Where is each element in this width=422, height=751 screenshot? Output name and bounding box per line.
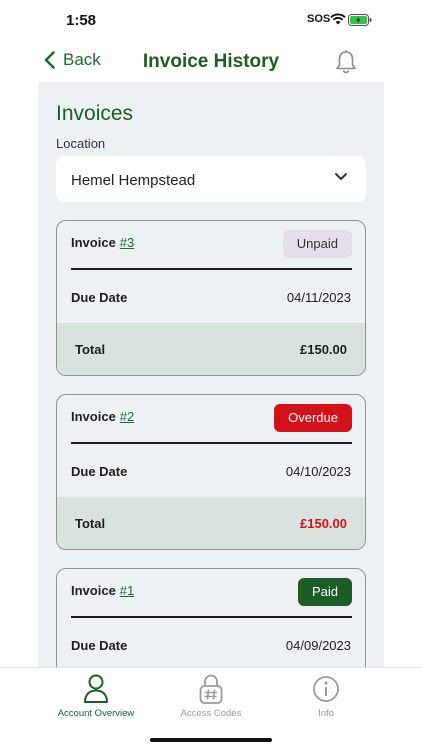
bell-icon[interactable]: [334, 49, 358, 75]
tab-label: Info: [318, 708, 334, 719]
status-badge: Paid: [297, 578, 352, 606]
invoice-heading: Invoice #1: [71, 583, 134, 598]
due-date-value: 04/09/2023: [285, 638, 351, 653]
status-time: 1:58: [66, 12, 97, 29]
invoice-number-link[interactable]: #3: [120, 235, 134, 250]
due-date-label: Due Date: [71, 638, 128, 653]
total-value: £150.00: [300, 342, 347, 357]
invoice-label: Invoice: [71, 409, 116, 424]
status-badge: Unpaid: [282, 230, 352, 258]
invoice-label: Invoice: [71, 583, 116, 598]
invoice-number-link[interactable]: #2: [120, 409, 134, 424]
invoice-content: Invoices Location Hemel Hempstead Invoic…: [38, 82, 384, 667]
page-title: Invoice History: [142, 51, 280, 72]
total-row: Total £150.00: [57, 497, 365, 549]
nav-bar: Back Invoice History: [0, 42, 422, 82]
due-date-value: 04/10/2023: [285, 464, 351, 479]
card-divider: [71, 442, 352, 444]
card-divider: [71, 268, 352, 270]
location-value: Hemel Hempstead: [71, 172, 196, 189]
section-title: Invoices: [56, 102, 134, 125]
total-label: Total: [75, 516, 106, 531]
person-icon: [84, 674, 108, 703]
invoice-card[interactable]: Invoice #1 Paid Due Date 04/09/2023: [56, 568, 366, 667]
chevron-down-icon: [335, 173, 347, 180]
invoice-card[interactable]: Invoice #2 Overdue Due Date 04/10/2023 To…: [56, 394, 366, 550]
invoice-card[interactable]: Invoice #3 Unpaid Due Date 04/11/2023 Tot…: [56, 220, 366, 376]
invoice-heading: Invoice #3: [71, 235, 134, 250]
invoice-label: Invoice: [71, 235, 116, 250]
total-row: Total £150.00: [57, 323, 365, 375]
status-carrier: SOS: [307, 13, 331, 25]
invoice-heading: Invoice #2: [71, 409, 134, 424]
total-value: £150.00: [300, 516, 347, 531]
home-indicator[interactable]: [150, 738, 272, 742]
status-badge: Overdue: [274, 404, 352, 432]
due-date-value: 04/11/2023: [286, 290, 351, 305]
wifi-icon: [330, 13, 346, 25]
location-select[interactable]: Hemel Hempstead: [56, 156, 366, 202]
due-date-label: Due Date: [71, 464, 128, 479]
battery-icon: [348, 14, 372, 26]
location-label: Location: [56, 136, 106, 151]
status-bar: 1:58 SOS: [0, 0, 422, 42]
due-date-label: Due Date: [71, 290, 128, 305]
lock-hash-icon: [199, 674, 223, 704]
invoice-number-link[interactable]: #1: [120, 583, 134, 598]
card-divider: [71, 616, 352, 618]
total-label: Total: [75, 342, 106, 357]
info-icon: [313, 676, 339, 702]
